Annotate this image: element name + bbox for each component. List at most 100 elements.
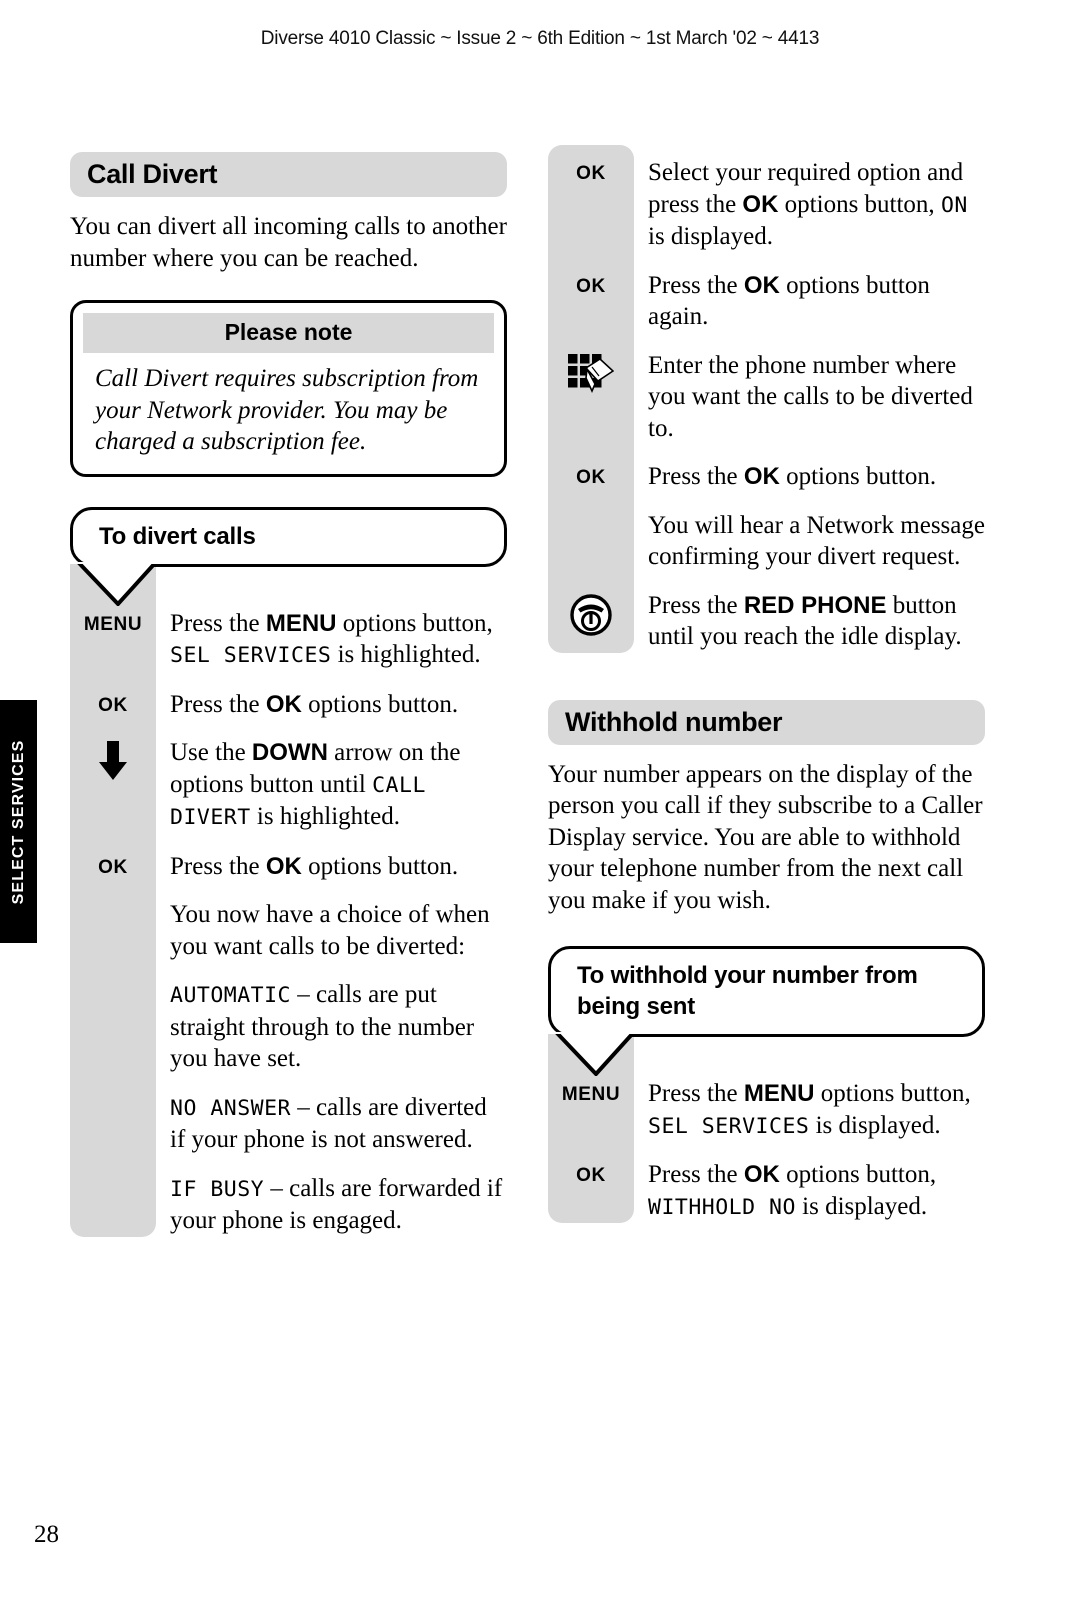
please-note-body: Call Divert requires subscription from y… <box>95 365 479 455</box>
callout-tail-icon <box>554 1032 636 1076</box>
callout-to-withhold-number: To withhold your number from being sent <box>548 946 985 1037</box>
body-text: Press the <box>648 1161 744 1188</box>
step-text: Press the OK options button. <box>156 851 507 883</box>
body-text: You now have a choice of when you want c… <box>170 901 490 960</box>
step-key-menu: MENU <box>83 613 143 635</box>
step-text: Enter the phone number where you want th… <box>634 350 985 445</box>
body-text: Press the <box>648 591 744 619</box>
step-row: AUTOMATIC – calls are put straight throu… <box>70 979 507 1075</box>
body-text: Press the <box>170 609 266 637</box>
body-text: options button. <box>779 463 937 490</box>
emphasis-text: RED PHONE <box>743 591 887 619</box>
running-header: Diverse 4010 Classic ~ Issue 2 ~ 6th Edi… <box>260 28 820 49</box>
step-key-empty <box>70 1092 156 1098</box>
body-text: You will hear a Network message confirmi… <box>648 511 985 571</box>
body-text: is displayed. <box>809 1111 941 1139</box>
body-text: options button, <box>814 1080 971 1107</box>
step-text: You will hear a Network message confirmi… <box>634 510 985 573</box>
step-text: Press the MENU options button, SEL SERVI… <box>156 608 507 672</box>
emphasis-text: OK <box>743 271 780 299</box>
step-icon-cell <box>548 350 634 396</box>
body-text: Enter the phone number where you want th… <box>648 351 973 442</box>
body-text: options button, <box>779 1161 937 1188</box>
step-key-empty <box>70 979 156 985</box>
step-key-ok: OK <box>576 275 606 297</box>
side-tab-select-services: SELECT SERVICES <box>0 700 37 943</box>
emphasis-text: OK <box>743 1161 780 1188</box>
section-heading-call-divert: Call Divert <box>70 152 507 197</box>
body-text: options button. <box>301 852 459 880</box>
step-row: You will hear a Network message confirmi… <box>548 510 985 573</box>
lcd-display-text: IF BUSY <box>170 1176 265 1202</box>
step-row: IF BUSY – calls are forwarded if your ph… <box>70 1173 507 1237</box>
left-column: Call Divert You can divert all incoming … <box>70 152 507 1254</box>
step-row: OK Press the OK options button. <box>548 461 985 493</box>
emphasis-text: OK <box>265 690 302 718</box>
step-text: Press the OK options button again. <box>634 270 985 333</box>
step-row: You now have a choice of when you want c… <box>70 899 507 962</box>
callout-label: To divert calls <box>99 522 256 550</box>
emphasis-text: DOWN <box>251 739 328 766</box>
step-row: Enter the phone number where you want th… <box>548 350 985 445</box>
lcd-display-text: SEL SERVICES <box>648 1113 810 1139</box>
body-text: Press the <box>648 1080 744 1107</box>
body-text: is highlighted. <box>331 641 481 668</box>
step-text: Press the OK options button. <box>156 689 507 721</box>
callout-to-divert-calls: To divert calls <box>70 506 507 567</box>
please-note-box: Please note Call Divert requires subscri… <box>70 300 507 477</box>
lcd-display-text: SEL SERVICES <box>170 643 332 668</box>
lcd-display-text: WITHHOLD NO <box>648 1194 796 1220</box>
step-text: Press the OK options button, WITHHOLD NO… <box>634 1159 985 1223</box>
body-text: Press the <box>170 690 266 718</box>
emphasis-text: MENU <box>743 1080 815 1107</box>
right-column: OK Select your required option and press … <box>548 145 985 1240</box>
step-text: IF BUSY – calls are forwarded if your ph… <box>156 1173 507 1237</box>
section-heading-withhold-number: Withhold number <box>548 699 985 745</box>
red-phone-icon <box>570 593 612 636</box>
step-key-empty <box>70 1173 156 1179</box>
body-text: Press the <box>648 463 744 490</box>
emphasis-text: OK <box>265 852 302 880</box>
step-row: Use the DOWN arrow on the options button… <box>70 737 507 834</box>
step-row: OK Press the OK options button. <box>70 851 507 883</box>
body-text: Use the <box>170 739 252 766</box>
section-heading-label: Call Divert <box>87 159 218 189</box>
step-key-ok: OK <box>98 694 128 716</box>
step-key-empty <box>70 899 156 905</box>
body-text: is highlighted. <box>250 803 400 830</box>
keypad-icon <box>568 353 614 393</box>
steps-withhold-number: MENU Press the MENU options button, SEL S… <box>548 1032 985 1223</box>
step-key-ok: OK <box>576 1165 606 1186</box>
emphasis-text: OK <box>743 463 780 490</box>
body-text: options button, <box>778 190 941 218</box>
step-row: OK Select your required option and press … <box>548 157 985 253</box>
body-text: Press the <box>170 852 266 880</box>
step-key-ok: OK <box>576 163 606 184</box>
body-text: is displayed. <box>795 1192 928 1220</box>
step-row: OK Press the OK options button again. <box>548 270 985 333</box>
step-text: AUTOMATIC – calls are put straight throu… <box>156 979 507 1075</box>
callout-label: To withhold your number from being sent <box>577 962 918 1020</box>
step-key-ok: OK <box>98 856 128 878</box>
steps-divert-calls: MENU Press the MENU options button, SEL S… <box>70 561 507 1237</box>
section-heading-label: Withhold number <box>565 706 783 737</box>
withhold-number-intro: Your number appears on the display of th… <box>548 760 983 914</box>
step-text: NO ANSWER – calls are diverted if your p… <box>156 1092 507 1156</box>
emphasis-text: OK <box>742 190 779 218</box>
lcd-display-text: ON <box>940 192 968 218</box>
step-text: Use the DOWN arrow on the options button… <box>156 737 507 834</box>
call-divert-intro: You can divert all incoming calls to ano… <box>70 213 507 272</box>
step-icon-cell <box>70 737 156 781</box>
procedure-divert-calls: To divert calls MENU Press the MENU optio… <box>70 506 507 1237</box>
step-text: Press the RED PHONE button until you rea… <box>634 590 985 653</box>
page-number: 28 <box>34 1521 59 1548</box>
step-row: NO ANSWER – calls are diverted if your p… <box>70 1092 507 1156</box>
step-text: Select your required option and press th… <box>634 157 985 253</box>
step-key-empty <box>548 510 634 516</box>
please-note-title: Please note <box>83 313 494 353</box>
step-row: MENU Press the MENU options button, SEL S… <box>548 1078 985 1142</box>
emphasis-text: MENU <box>265 609 337 637</box>
step-row: OK Press the OK options button. <box>70 689 507 721</box>
step-icon-cell <box>548 590 634 636</box>
body-text: options button, <box>336 609 493 637</box>
